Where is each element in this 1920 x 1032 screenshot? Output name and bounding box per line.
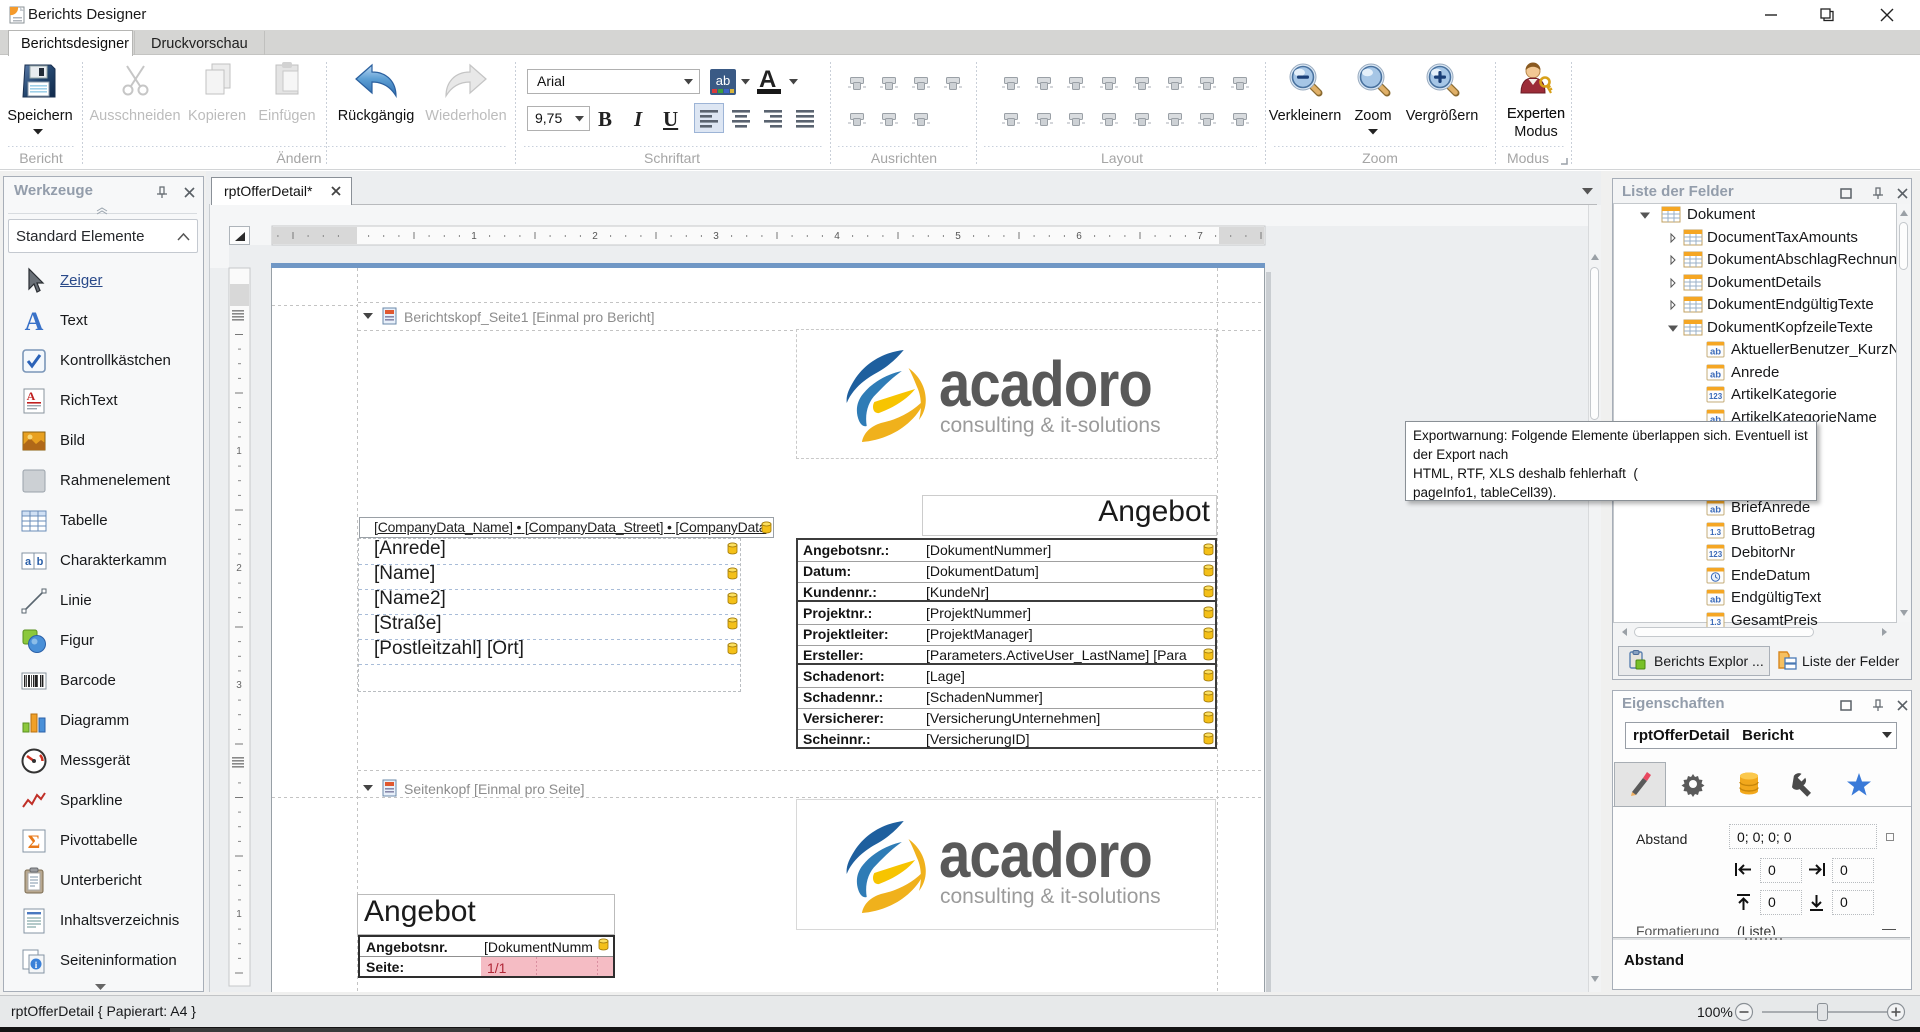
- svg-text:ab: ab: [1710, 595, 1721, 606]
- svg-text:ab: ab: [1710, 505, 1721, 516]
- svg-text:a: a: [25, 556, 32, 568]
- svg-text:A: A: [25, 307, 44, 336]
- svg-text:4: 4: [834, 231, 840, 242]
- svg-text:acadoro: acadoro: [939, 348, 1152, 420]
- svg-text:123: 123: [1709, 392, 1723, 401]
- svg-text:6: 6: [1076, 231, 1082, 242]
- svg-text:123: 123: [1709, 550, 1723, 559]
- svg-text:ab: ab: [716, 73, 730, 88]
- svg-text:1.3: 1.3: [1710, 618, 1722, 627]
- svg-text:1: 1: [236, 446, 242, 457]
- svg-text:3: 3: [236, 680, 242, 691]
- svg-text:consulting & it-solutions: consulting & it-solutions: [940, 885, 1161, 908]
- svg-text:7: 7: [1197, 231, 1203, 242]
- svg-text:1: 1: [236, 909, 242, 920]
- svg-text:consulting & it-solutions: consulting & it-solutions: [940, 414, 1161, 437]
- svg-text:A: A: [27, 389, 36, 403]
- svg-text:1.3: 1.3: [1710, 528, 1722, 537]
- svg-text:b: b: [37, 556, 44, 568]
- svg-text:2: 2: [236, 563, 242, 574]
- svg-text:ab: ab: [1710, 370, 1721, 381]
- svg-text:1: 1: [471, 231, 477, 242]
- svg-text:3: 3: [713, 231, 719, 242]
- svg-text:ab: ab: [1710, 347, 1721, 358]
- svg-text:5: 5: [955, 231, 961, 242]
- svg-text:acadoro: acadoro: [939, 819, 1152, 891]
- svg-text:Σ: Σ: [28, 832, 40, 853]
- svg-text:2: 2: [592, 231, 598, 242]
